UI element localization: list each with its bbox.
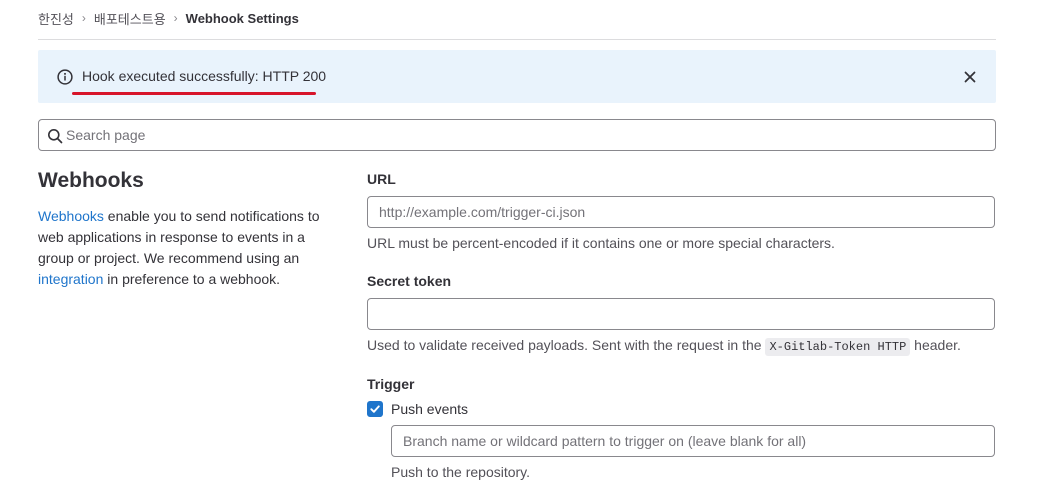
breadcrumb-separator: › [81, 11, 86, 25]
annotation-underline [72, 92, 316, 95]
push-events-row: Push events [367, 401, 468, 417]
secret-token-help-after: header. [910, 337, 961, 353]
secret-token-label: Secret token [367, 273, 452, 289]
alert-message: Hook executed successfully: HTTP 200 [82, 68, 327, 84]
header-divider [38, 39, 996, 40]
search-input[interactable] [66, 120, 986, 150]
section-title: Webhooks [38, 169, 144, 192]
search-icon [48, 129, 63, 144]
header-name-code: X-Gitlab-Token HTTP [765, 338, 911, 356]
info-circle-icon [57, 69, 73, 85]
push-events-help-text: Push to the repository. [391, 464, 531, 480]
settings-section-intro: Webhooks Webhooks enable you to send not… [38, 168, 338, 290]
secret-token-help-before: Used to validate received payloads. Sent… [367, 337, 766, 353]
integration-link[interactable]: integration [38, 271, 103, 287]
push-events-checkbox[interactable] [367, 401, 383, 417]
search-box [38, 119, 996, 151]
breadcrumb: 한진성 › 배포테스트용 › Webhook Settings [38, 9, 299, 27]
url-input[interactable] [367, 196, 995, 228]
close-icon[interactable] [962, 69, 978, 85]
trigger-label: Trigger [367, 376, 415, 392]
checkmark-icon [370, 405, 380, 413]
breadcrumb-separator: › [173, 11, 178, 25]
secret-token-input[interactable] [367, 298, 995, 330]
breadcrumb-item-project[interactable]: 배포테스트용 [94, 9, 166, 28]
section-description-text-end: in preference to a webhook. [103, 271, 281, 287]
section-description: Webhooks enable you to send notification… [38, 206, 338, 290]
secret-token-help-text: Used to validate received payloads. Sent… [367, 337, 961, 356]
url-label: URL [367, 171, 396, 187]
webhooks-docs-link[interactable]: Webhooks [38, 208, 104, 224]
success-alert: Hook executed successfully: HTTP 200 [38, 50, 996, 103]
breadcrumb-item-current: Webhook Settings [185, 10, 299, 26]
push-events-label[interactable]: Push events [391, 401, 468, 417]
url-help-text: URL must be percent-encoded if it contai… [367, 235, 835, 251]
breadcrumb-item-user[interactable]: 한진성 [38, 9, 74, 28]
branch-filter-input[interactable] [391, 425, 995, 457]
